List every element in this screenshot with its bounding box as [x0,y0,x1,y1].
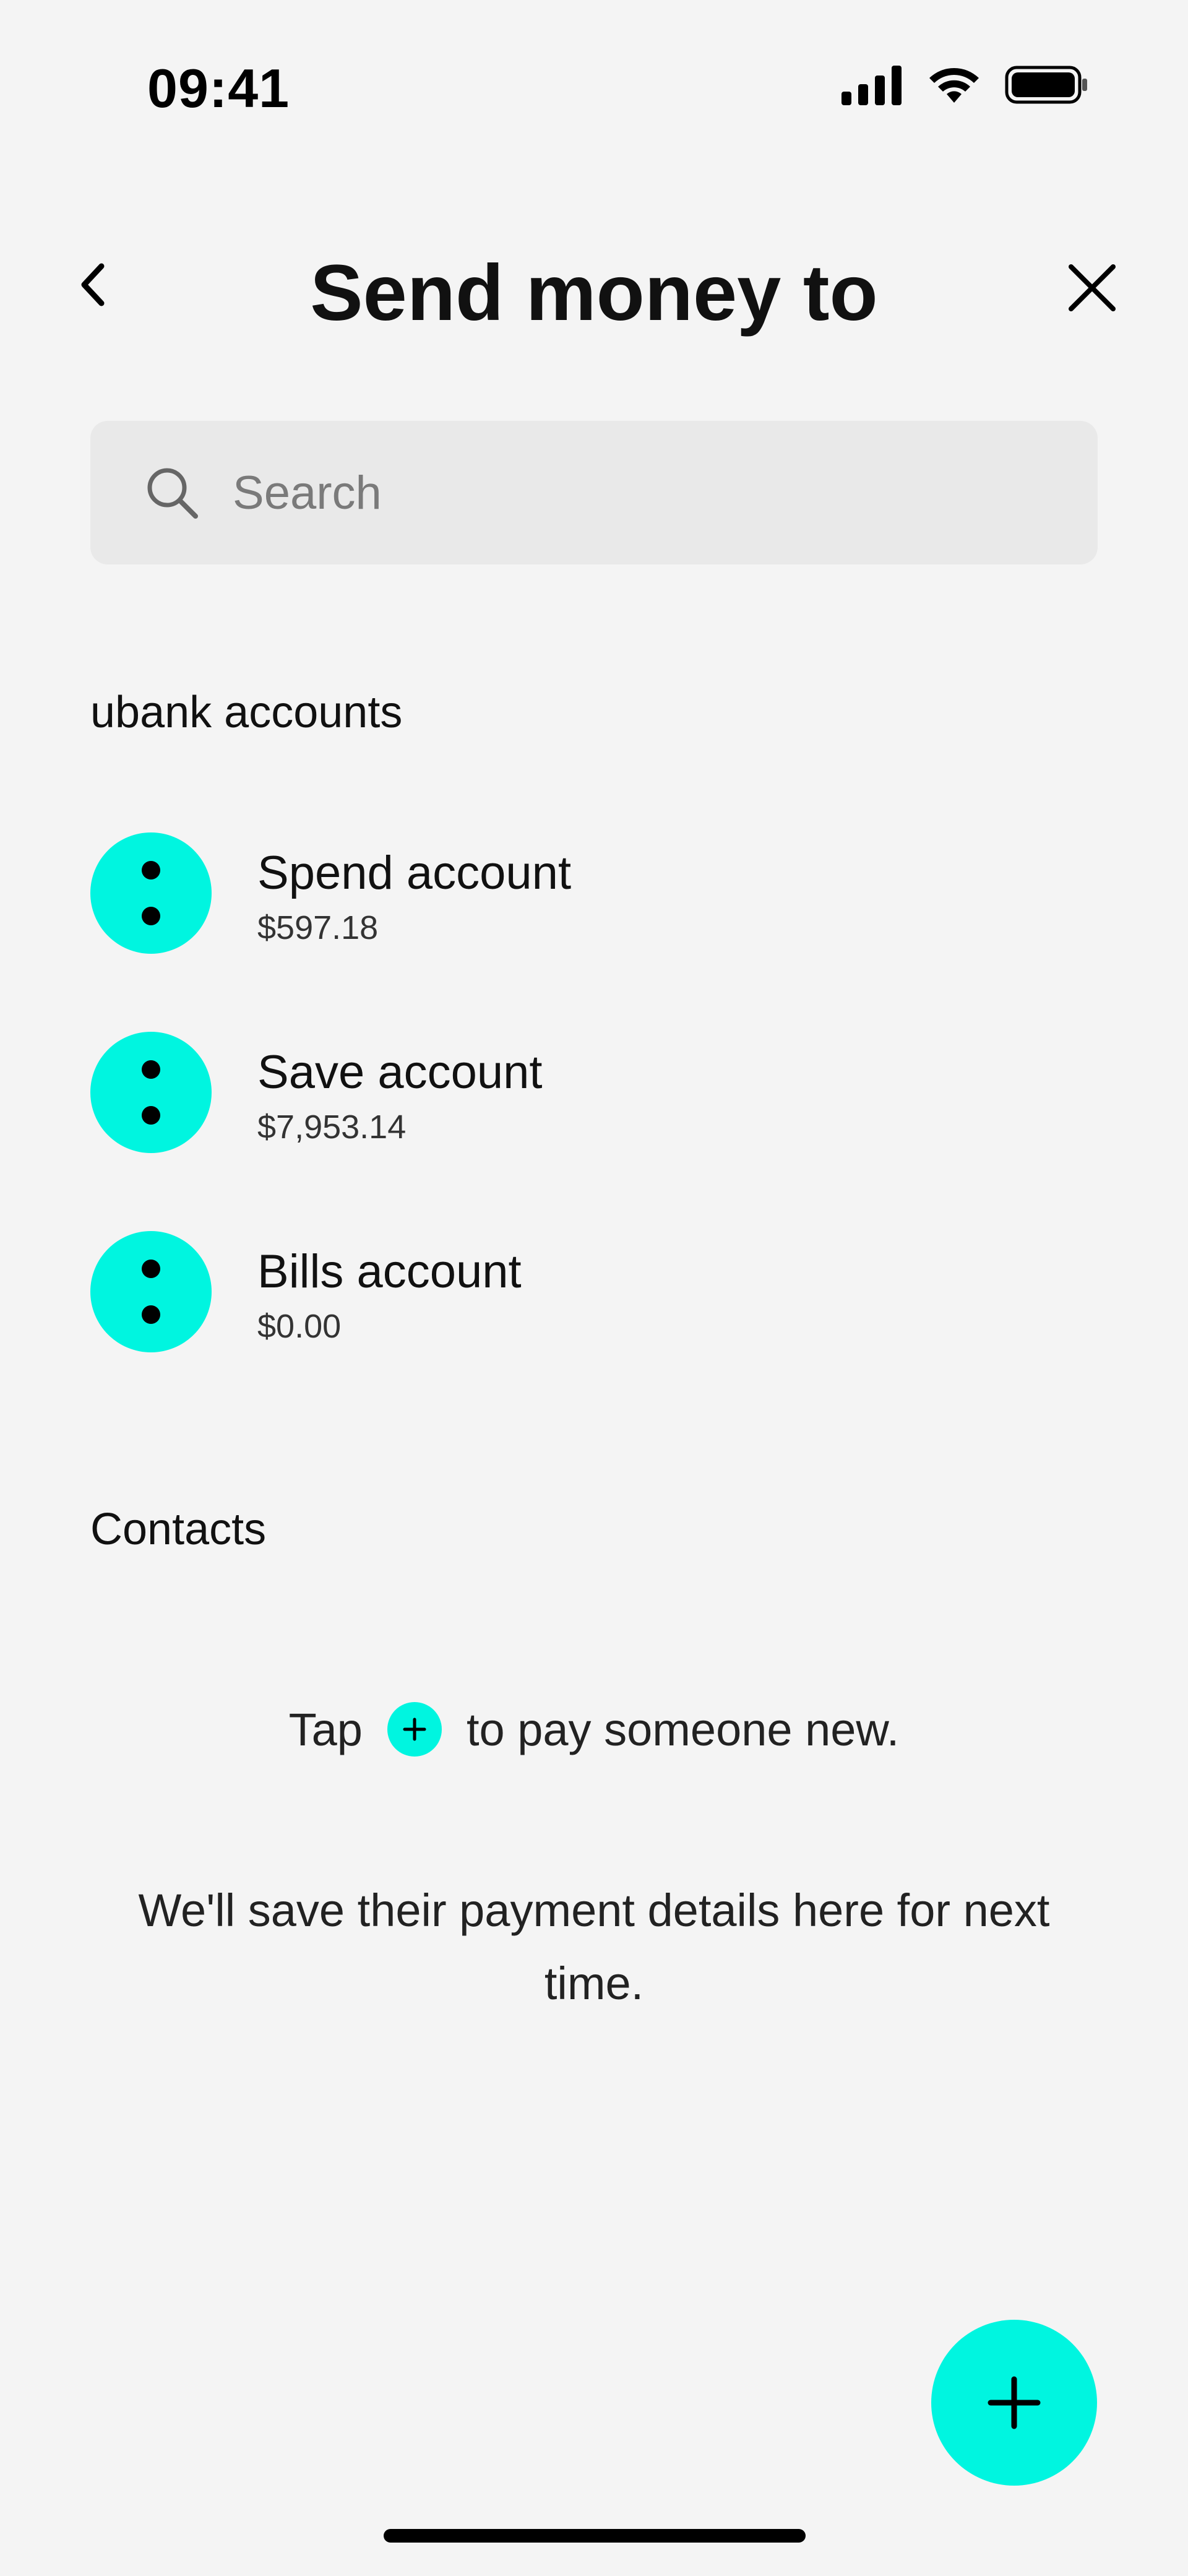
empty-state-prefix: Tap [288,1703,363,1755]
account-name: Bills account [257,1245,522,1298]
account-item-save[interactable]: Save account $7,953.14 [90,1032,1098,1231]
contacts-section-heading: Contacts [90,1505,267,1554]
cellular-signal-icon [842,66,902,105]
status-icons [842,64,1089,105]
account-text: Save account $7,953.14 [257,1045,543,1146]
account-avatar [90,1231,212,1352]
account-balance: $0.00 [257,1308,342,1346]
status-time: 09:41 [147,58,290,119]
account-list: Spend account $597.18 Save account $7,95… [90,832,1098,1430]
accounts-section-heading: ubank accounts [90,688,403,737]
account-item-bills[interactable]: Bills account $0.00 [90,1231,1098,1430]
more-vertical-icon [142,861,160,925]
account-name: Save account [257,1046,543,1099]
home-indicator[interactable] [384,2529,806,2543]
empty-state-instruction: Tap to pay someone new. [0,1702,1188,1757]
empty-state-description: We'll save their payment details here fo… [138,1885,1050,2010]
account-text: Spend account $597.18 [257,846,571,947]
send-money-screen: 09:41 Send money to Search ubank account… [0,0,1188,2576]
battery-icon [1005,66,1087,104]
search-input[interactable] [231,465,1038,521]
account-text: Bills account $0.00 [257,1245,522,1346]
account-name: Spend account [257,847,572,899]
add-payee-button[interactable] [931,2320,1097,2486]
status-bar: 09:41 [0,0,1188,173]
account-avatar [90,832,212,954]
more-vertical-icon [142,1060,160,1125]
account-avatar [90,1032,212,1153]
account-balance: $597.18 [257,909,379,947]
close-icon [1069,264,1116,311]
empty-state-suffix: to pay someone new. [466,1703,900,1755]
inline-plus-icon [387,1702,442,1757]
more-vertical-icon [142,1260,160,1324]
account-item-spend[interactable]: Spend account $597.18 [90,832,1098,1032]
wifi-icon [929,68,979,103]
search-icon [147,468,198,519]
plus-icon [988,2376,1041,2429]
page-title: Send money to [310,249,878,337]
close-button[interactable] [1058,254,1126,322]
header: Send money to [0,229,1188,371]
account-balance: $7,953.14 [257,1109,407,1146]
contacts-empty-state: Tap to pay someone new. We'll save their… [0,1702,1188,2021]
search-box[interactable] [90,421,1098,564]
